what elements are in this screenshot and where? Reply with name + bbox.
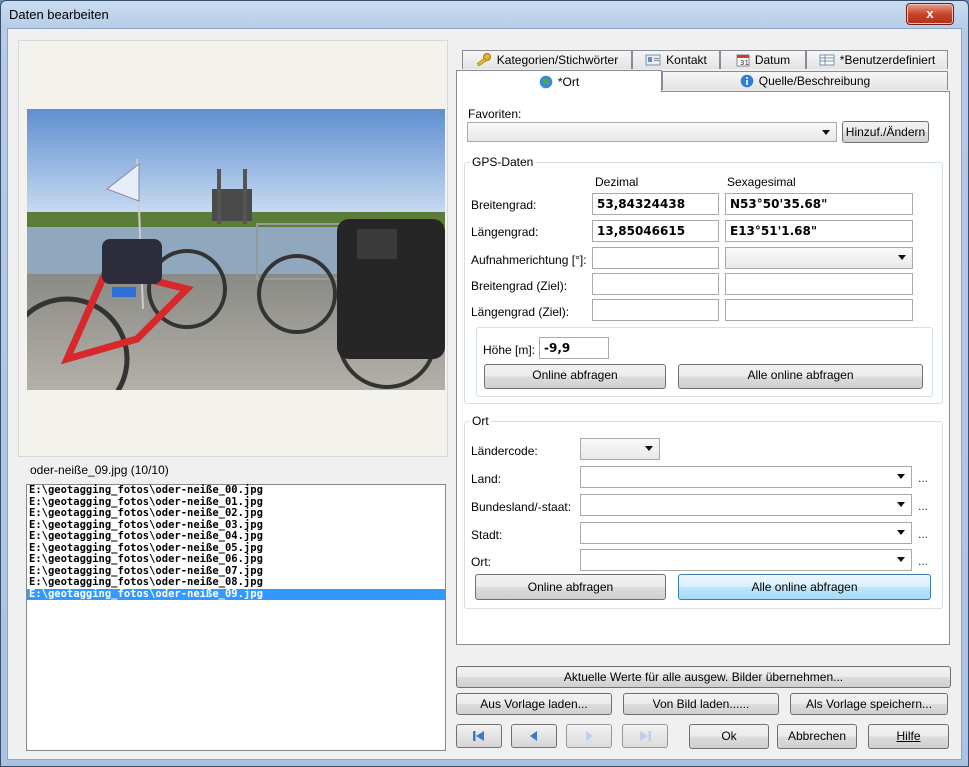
- list-item[interactable]: E:\geotagging_fotos\oder-neiße_00.jpg: [27, 484, 445, 497]
- von-bild-laden-button[interactable]: Von Bild laden......: [623, 693, 779, 715]
- tab-label: *Ort: [557, 74, 580, 89]
- tab-benutzerdefiniert[interactable]: *Benutzerdefiniert: [806, 50, 948, 69]
- hoehe-label: Höhe [m]:: [483, 343, 536, 357]
- preview-filename: oder-neiße_09.jpg (10/10): [30, 463, 169, 477]
- key-icon: [476, 53, 491, 67]
- laengengrad-decimal-input[interactable]: 13,85046615: [592, 220, 719, 242]
- next-image-button[interactable]: [566, 724, 612, 748]
- stadt-more-button[interactable]: ...: [918, 527, 928, 541]
- aufnahmerichtung-input[interactable]: [592, 247, 719, 269]
- file-list[interactable]: E:\geotagging_fotos\oder-neiße_00.jpg E:…: [26, 484, 446, 751]
- land-more-button[interactable]: ...: [918, 471, 928, 485]
- gps-alle-online-abfragen-button[interactable]: Alle online abfragen: [678, 364, 923, 389]
- table-icon: [819, 54, 835, 66]
- bundesland-more-button[interactable]: ...: [918, 499, 928, 513]
- laengengrad-ziel-decimal-input[interactable]: [592, 299, 719, 321]
- laendercode-dropdown[interactable]: [580, 438, 660, 460]
- ort-alle-online-abfragen-button[interactable]: Alle online abfragen: [678, 574, 931, 600]
- breitengrad-ziel-sexagesimal-input[interactable]: [725, 273, 913, 295]
- list-item[interactable]: E:\geotagging_fotos\oder-neiße_08.jpg: [27, 576, 445, 589]
- laengengrad-ziel-sexagesimal-input[interactable]: [725, 299, 913, 321]
- globe-icon: [539, 75, 553, 88]
- tab-label: Datum: [754, 53, 791, 67]
- stadt-combobox[interactable]: [580, 522, 912, 544]
- tab-label: *Benutzerdefiniert: [839, 53, 936, 67]
- arrow-right-icon: [586, 731, 593, 741]
- bundesland-combobox[interactable]: [580, 494, 912, 516]
- favoriten-label: Favoriten:: [468, 107, 522, 121]
- column-dezimal: Dezimal: [595, 175, 639, 189]
- laengengrad-sexagesimal-input[interactable]: E13°51'1.68": [725, 220, 913, 242]
- tab-label: Quelle/Beschreibung: [758, 74, 871, 88]
- chevron-down-icon: [897, 474, 905, 479]
- bundesland-label: Bundesland/-staat:: [471, 500, 572, 514]
- laengengrad-label: Längengrad:: [471, 225, 539, 239]
- laendercode-label: Ländercode:: [471, 444, 538, 458]
- title-bar[interactable]: Daten bearbeiten x: [1, 1, 968, 29]
- breitengrad-ziel-decimal-input[interactable]: [592, 273, 719, 295]
- info-icon: [740, 74, 754, 88]
- first-image-button[interactable]: [456, 724, 502, 748]
- tab-ort[interactable]: *Ort: [456, 70, 662, 92]
- ort-online-abfragen-button[interactable]: Online abfragen: [475, 574, 666, 600]
- aufnahmerichtung-label: Aufnahmerichtung [°]:: [471, 253, 587, 267]
- chevron-down-icon: [645, 446, 653, 451]
- list-item[interactable]: E:\geotagging_fotos\oder-neiße_06.jpg: [27, 553, 445, 566]
- tab-datum[interactable]: 31 Datum: [720, 50, 806, 69]
- contact-card-icon: [645, 54, 661, 66]
- window-title: Daten bearbeiten: [9, 7, 109, 22]
- column-sexagesimal: Sexagesimal: [727, 175, 796, 189]
- aus-vorlage-laden-button[interactable]: Aus Vorlage laden...: [456, 693, 612, 715]
- photo-preview: [27, 109, 445, 390]
- svg-text:31: 31: [740, 59, 749, 67]
- chevron-down-icon: [897, 502, 905, 507]
- ok-button[interactable]: Ok: [689, 724, 769, 749]
- ort-label: Ort:: [471, 555, 491, 569]
- previous-image-button[interactable]: [511, 724, 557, 748]
- stadt-label: Stadt:: [471, 528, 503, 542]
- laengengrad-ziel-label: Längengrad (Ziel):: [471, 305, 570, 319]
- tab-label: Kontakt: [666, 53, 707, 67]
- ort-more-button[interactable]: ...: [918, 554, 928, 568]
- breitengrad-decimal-input[interactable]: 53,84324438: [592, 193, 719, 215]
- gps-online-abfragen-button[interactable]: Online abfragen: [484, 364, 666, 389]
- tab-quelle-beschreibung[interactable]: Quelle/Beschreibung: [662, 71, 948, 90]
- breitengrad-sexagesimal-input[interactable]: N53°50'35.68": [725, 193, 913, 215]
- close-button[interactable]: x: [906, 3, 954, 25]
- land-label: Land:: [471, 472, 502, 486]
- breitengrad-ziel-label: Breitengrad (Ziel):: [471, 279, 568, 293]
- hilfe-button[interactable]: Hilfe: [868, 724, 949, 749]
- last-image-button[interactable]: [622, 724, 668, 748]
- chevron-down-icon: [897, 557, 905, 562]
- ort-group-label: Ort: [470, 414, 491, 428]
- abbrechen-button[interactable]: Abbrechen: [777, 724, 857, 749]
- chevron-down-icon: [898, 255, 906, 260]
- tab-kontakt[interactable]: Kontakt: [632, 50, 720, 69]
- hoehe-input[interactable]: -9,9: [539, 337, 609, 359]
- skip-first-icon: [473, 731, 484, 741]
- list-item[interactable]: E:\geotagging_fotos\oder-neiße_04.jpg: [27, 530, 445, 543]
- list-item-selected[interactable]: E:\geotagging_fotos\oder-neiße_09.jpg: [27, 588, 445, 600]
- breitengrad-label: Breitengrad:: [471, 198, 537, 212]
- land-combobox[interactable]: [580, 466, 912, 488]
- ort-combobox[interactable]: [580, 549, 912, 571]
- list-item[interactable]: E:\geotagging_fotos\oder-neiße_02.jpg: [27, 507, 445, 520]
- gps-group-label: GPS-Daten: [470, 155, 536, 169]
- arrow-left-icon: [530, 731, 537, 741]
- favoriten-add-change-button[interactable]: Hinzuf./Ändern: [842, 121, 929, 143]
- image-preview-panel: [18, 40, 448, 457]
- favoriten-dropdown[interactable]: [467, 122, 837, 142]
- als-vorlage-speichern-button[interactable]: Als Vorlage speichern...: [790, 693, 948, 715]
- tab-kategorien[interactable]: Kategorien/Stichwörter: [462, 50, 632, 69]
- aufnahmerichtung-ref-dropdown[interactable]: [725, 247, 913, 269]
- chevron-down-icon: [822, 130, 830, 135]
- skip-last-icon: [640, 731, 651, 741]
- chevron-down-icon: [897, 530, 905, 535]
- calendar-icon: 31: [736, 54, 750, 67]
- tab-label: Kategorien/Stichwörter: [496, 53, 619, 67]
- apply-to-all-button[interactable]: Aktuelle Werte für alle ausgew. Bilder ü…: [456, 666, 951, 688]
